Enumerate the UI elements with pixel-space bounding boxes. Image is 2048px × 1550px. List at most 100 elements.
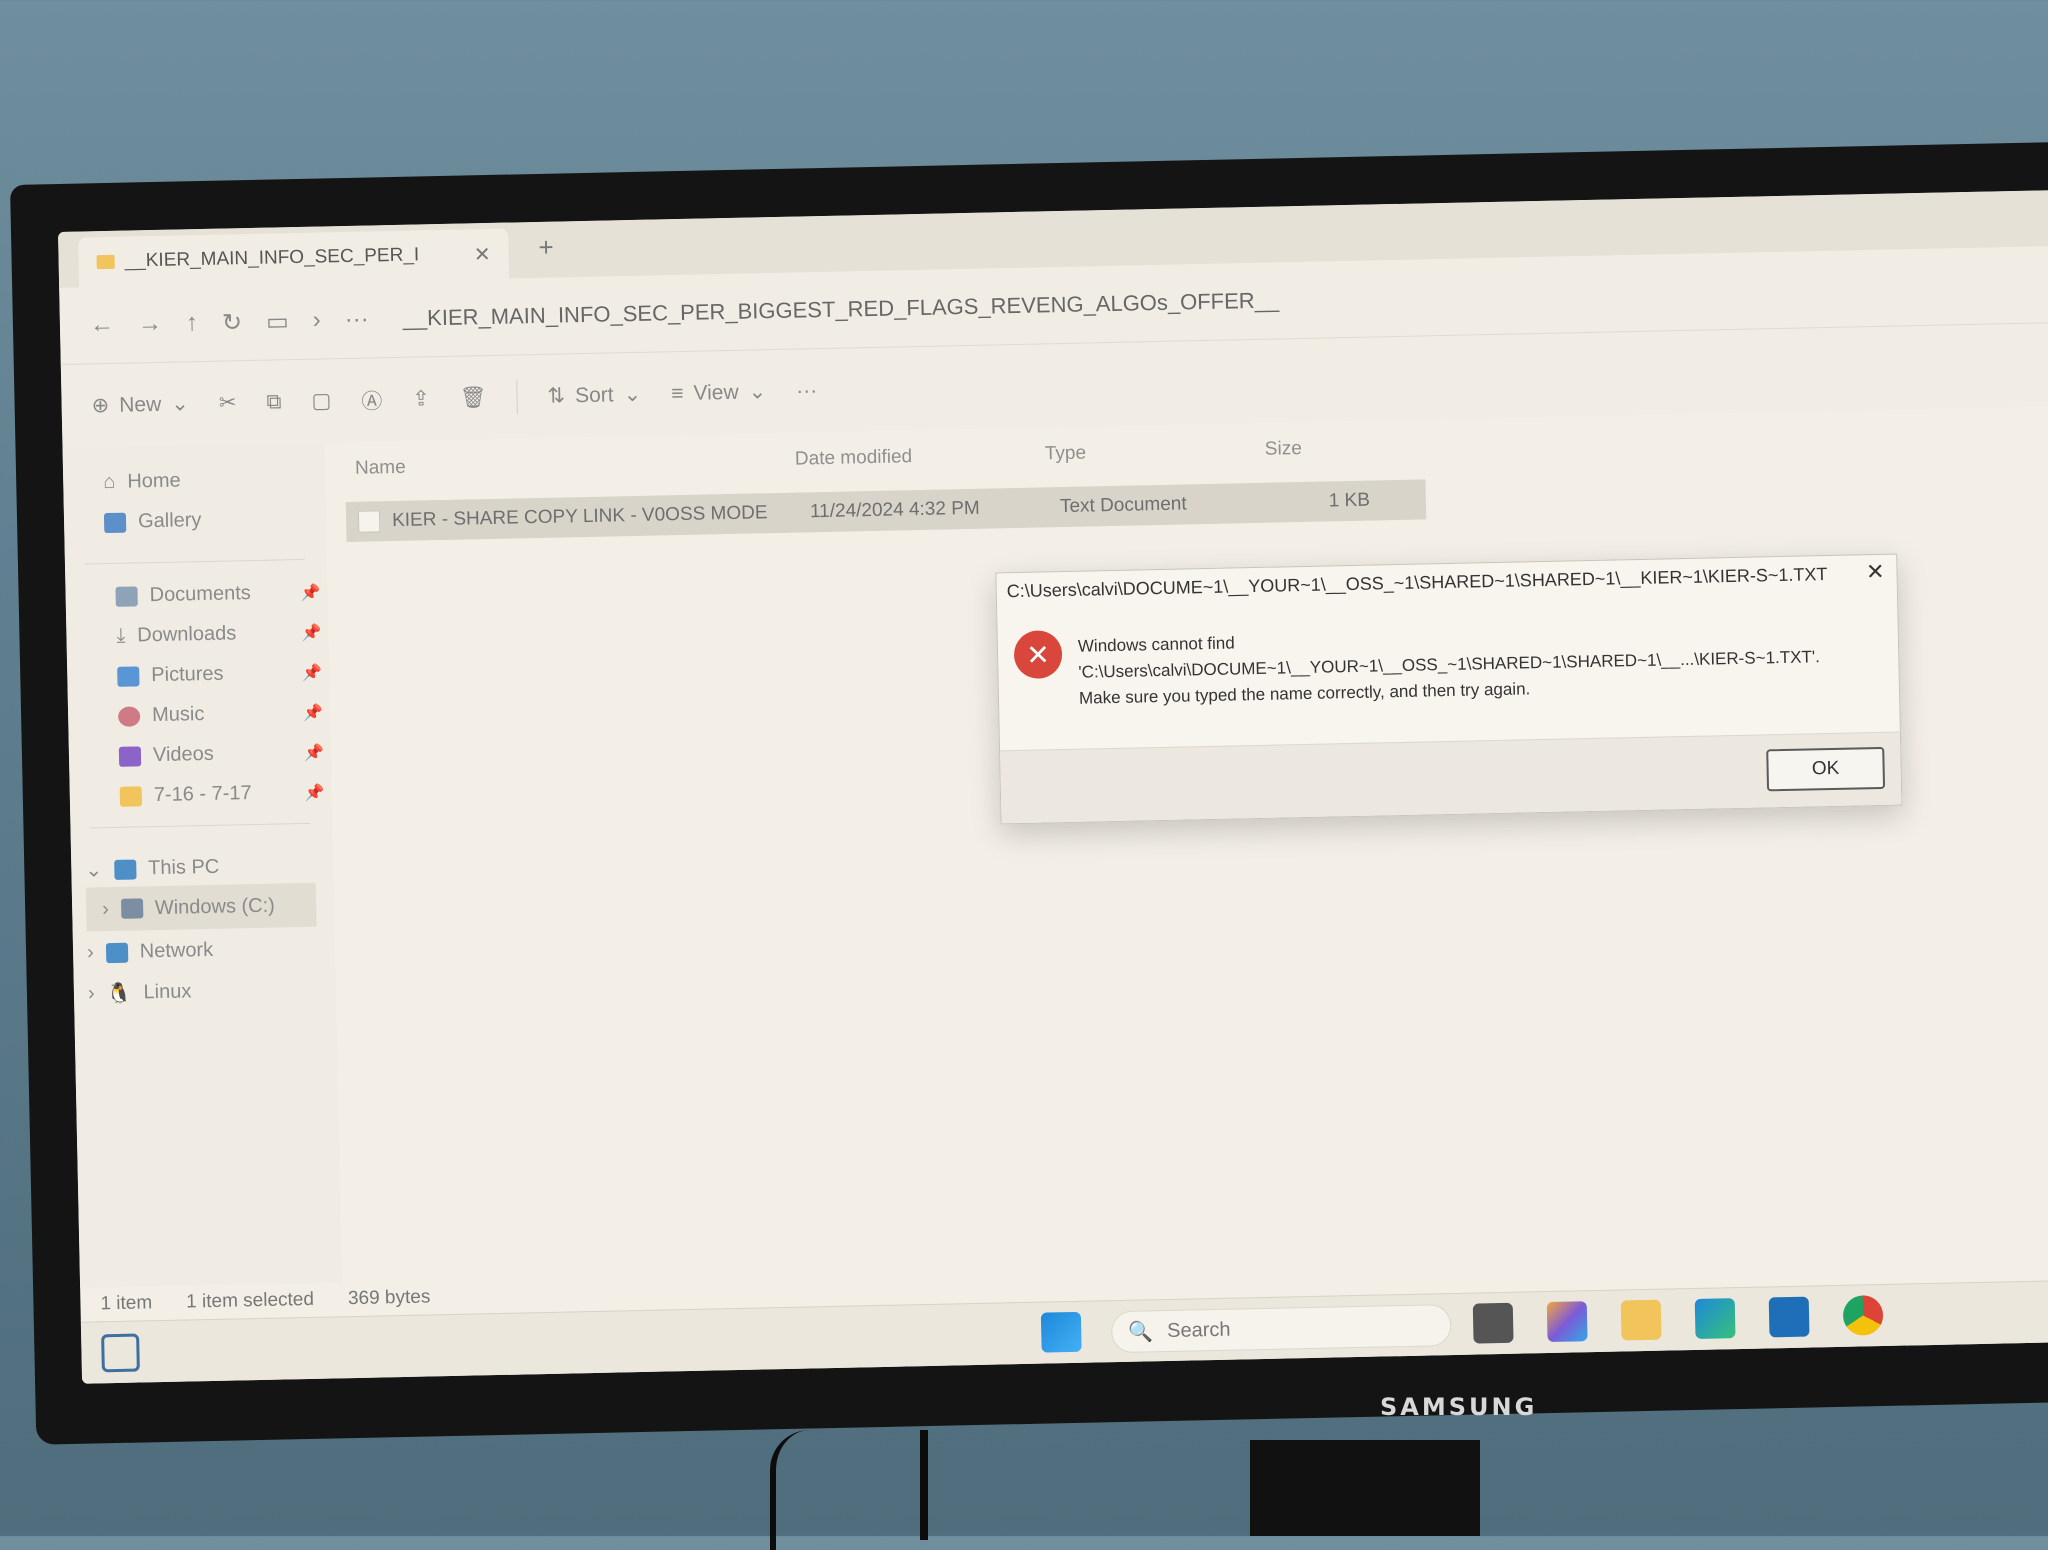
network-icon [105,942,128,963]
column-header-name[interactable]: Name [355,449,795,480]
monitor-cable [770,1430,826,1550]
sidebar-item-linux[interactable]: › 🐧 Linux [88,979,192,1006]
pin-icon[interactable]: 📌 [304,743,324,763]
chevron-right-icon: › [101,897,110,920]
new-label: New [118,392,162,417]
edge-icon[interactable] [1694,1298,1736,1339]
tab-title: __KIER_MAIN_INFO_SEC_PER_I [124,244,420,272]
status-size: 369 bytes [347,1286,431,1310]
dialog-message: Windows cannot find 'C:\Users\calvi\DOCU… [1078,617,1879,712]
sidebar-item-music[interactable]: Music [117,703,205,728]
sidebar-item-folder[interactable]: 7-16 - 7-17 [119,782,252,808]
download-icon: ⤓ [116,624,126,647]
sidebar-item-network[interactable]: › Network [87,939,213,965]
explorer-tab[interactable]: __KIER_MAIN_INFO_SEC_PER_I ✕ [78,228,510,288]
pin-icon[interactable]: 📌 [303,703,323,723]
error-icon: ✕ [1013,630,1063,680]
file-size: 1 KB [1328,489,1371,512]
chevron-right-icon[interactable]: › [312,307,321,335]
sidebar-item-label: 7-16 - 7-17 [153,782,252,807]
sidebar-item-label: Pictures [151,662,224,687]
search-box[interactable]: 🔍 Search [1110,1304,1452,1354]
sidebar-item-label: Gallery [137,509,202,533]
sidebar-item-windows-c[interactable]: › Windows (C:) [85,882,317,932]
chevron-down-icon: ⌄ [623,382,642,407]
share-icon[interactable]: ⇪ [412,386,430,411]
sidebar-item-this-pc[interactable]: ⌄ This PC [85,855,219,883]
paste-icon[interactable]: ▢ [311,388,331,413]
pin-icon[interactable]: 📌 [302,663,322,683]
rename-icon[interactable]: Ⓐ [361,385,383,415]
error-dialog: C:\Users\calvi\DOCUME~1\__YOUR~1\__OSS_~… [995,553,1903,825]
sidebar-item-videos[interactable]: Videos [118,742,214,768]
file-type: Text Document [1059,493,1187,518]
sidebar-divider [84,558,305,565]
monitor-stand [1250,1440,1480,1536]
status-selected: 1 item selected [185,1288,315,1313]
windows-start-icon[interactable] [1040,1311,1082,1353]
column-headers: Name Date modified Type Size [355,436,1385,480]
sidebar-item-pictures[interactable]: Pictures [117,663,224,688]
file-list: Name Date modified Type Size KIER - SHAR… [324,406,2048,1282]
table-row[interactable]: KIER - SHARE COPY LINK - V0OSS MODE 11/2… [345,479,1427,543]
dialog-close-icon[interactable]: ✕ [1866,559,1885,585]
drive-icon [120,898,144,919]
sidebar-item-home[interactable]: ⌂ Home [103,469,181,494]
folder-icon [96,254,115,270]
music-icon [117,705,141,727]
pin-icon[interactable]: 📌 [305,783,325,803]
folder-icon [119,785,143,807]
copilot-icon[interactable] [1546,1301,1588,1343]
new-tab-button[interactable]: + [538,232,554,263]
monitor-cable [920,1430,928,1540]
copy-icon[interactable]: ⧉ [266,390,281,414]
file-explorer-icon[interactable] [1620,1299,1662,1341]
delete-icon[interactable]: 🗑 [460,386,487,411]
back-arrow-icon[interactable]: ← [90,311,115,339]
column-header-type[interactable]: Type [1045,439,1265,466]
computer-icon [113,859,137,880]
search-icon: 🔍 [1128,1320,1154,1344]
chevron-down-icon: ⌄ [171,392,190,416]
monitor-icon[interactable]: ▭ [266,307,289,336]
new-button[interactable]: ⊕ New ⌄ [91,391,189,418]
sidebar-item-downloads[interactable]: ⤓ Downloads [116,622,236,648]
up-arrow-icon[interactable]: ↑ [186,309,199,337]
sidebar-divider [90,822,311,829]
home-icon: ⌂ [103,470,116,494]
store-icon[interactable] [1768,1296,1810,1338]
pin-icon[interactable]: 📌 [300,583,320,603]
column-header-size[interactable]: Size [1265,436,1385,461]
plus-circle-icon: ⊕ [91,393,110,418]
pin-icon[interactable]: 📌 [301,623,321,643]
column-header-date[interactable]: Date modified [795,443,1045,470]
ok-button[interactable]: OK [1766,746,1886,792]
widgets-icon[interactable] [101,1333,140,1373]
sidebar-item-label: Videos [152,742,214,767]
navigation-pane: ⌂ Home Gallery Documents 📌 ⤓ Downloads 📌… [62,442,343,1288]
tab-close-icon[interactable]: ✕ [474,241,491,266]
chevron-down-icon: ⌄ [748,380,767,404]
videos-icon [118,745,142,767]
linux-penguin-icon: 🐧 [106,982,132,1006]
documents-icon [115,585,138,607]
toolbar-divider [516,379,518,414]
sidebar-item-label: Windows (C:) [154,894,276,919]
screen: __KIER_MAIN_INFO_SEC_PER_I ✕ + ← → ↑ ↻ ▭… [58,190,2048,1384]
more-options-button[interactable]: ··· [796,379,817,403]
sidebar-item-label: Network [139,938,214,963]
cut-icon[interactable]: ✂ [219,390,237,415]
refresh-icon[interactable]: ↻ [222,308,243,337]
view-icon: ≡ [670,381,684,405]
sidebar-item-documents[interactable]: Documents [115,582,251,608]
task-view-icon[interactable] [1472,1302,1514,1344]
address-path[interactable]: __KIER_MAIN_INFO_SEC_PER_BIGGEST_RED_FLA… [402,287,1279,331]
view-button[interactable]: ≡ View ⌄ [671,379,767,406]
forward-arrow-icon[interactable]: → [138,310,163,338]
sort-button[interactable]: ⇅ Sort ⌄ [547,382,641,409]
ellipsis-icon[interactable]: ··· [344,306,369,334]
sidebar-item-gallery[interactable]: Gallery [103,509,202,534]
sidebar-item-label: Home [127,469,181,493]
sort-label: Sort [574,382,614,407]
chrome-icon[interactable] [1842,1295,1884,1336]
